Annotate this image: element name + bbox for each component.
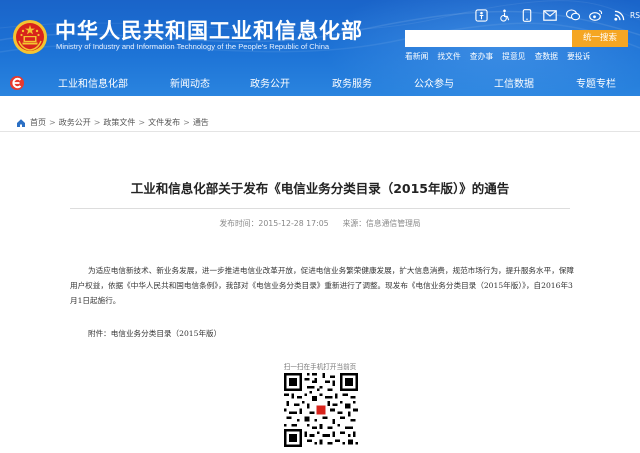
nav-item-ministry[interactable]: 工业和信息化部 bbox=[58, 75, 128, 90]
rss-label[interactable]: RSS订阅 bbox=[630, 10, 640, 21]
breadcrumb-home[interactable]: 首页 bbox=[30, 117, 46, 128]
nav-item-services[interactable]: 政务服务 bbox=[332, 75, 372, 90]
quick-link-complaint[interactable]: 要投诉 bbox=[567, 51, 590, 62]
home-logo-icon[interactable] bbox=[9, 75, 25, 91]
publish-time: 2015-12-28 17:05 bbox=[258, 219, 329, 228]
quick-link-news[interactable]: 看新闻 bbox=[405, 51, 428, 62]
breadcrumb-separator: > bbox=[138, 118, 146, 127]
site-header: 中华人民共和国工业和信息化部 Ministry of Industry and … bbox=[0, 0, 640, 96]
publish-label: 发布时间： bbox=[219, 219, 259, 228]
wheelchair-icon[interactable] bbox=[496, 7, 512, 23]
nav-item-data[interactable]: 工信数据 bbox=[494, 75, 534, 90]
source-label: 来源： bbox=[342, 219, 367, 228]
quick-link-services[interactable]: 查办事 bbox=[470, 51, 493, 62]
site-subtitle: Ministry of Industry and Information Tec… bbox=[56, 42, 330, 51]
breadcrumb-notice[interactable]: 通告 bbox=[193, 117, 209, 128]
quick-links: 看新闻 找文件 查办事 提意见 查数据 要投诉 bbox=[405, 51, 599, 62]
rss-icon[interactable] bbox=[611, 7, 627, 23]
national-emblem-icon[interactable] bbox=[12, 19, 48, 55]
main-nav: 工业和信息化部 新闻动态 政务公开 政务服务 公众参与 工信数据 专题专栏 bbox=[0, 68, 640, 96]
wechat-icon[interactable] bbox=[565, 7, 581, 23]
attachment-link[interactable]: 电信业务分类目录（2015年版） bbox=[111, 329, 221, 338]
quick-link-files[interactable]: 找文件 bbox=[437, 51, 460, 62]
breadcrumb-separator: > bbox=[49, 118, 56, 127]
meta-divider bbox=[70, 208, 570, 209]
weibo-icon[interactable] bbox=[588, 7, 604, 23]
breadcrumb-divider bbox=[0, 131, 640, 132]
source-value: 信息通信管理局 bbox=[366, 219, 421, 228]
nav-item-news[interactable]: 新闻动态 bbox=[170, 75, 210, 90]
breadcrumb: 首页 > 政务公开 > 政策文件 > 文件发布 > 通告 bbox=[16, 117, 209, 128]
nav-item-public-participation[interactable]: 公众参与 bbox=[414, 75, 454, 90]
search-input[interactable] bbox=[405, 30, 572, 47]
qr-code-icon bbox=[284, 373, 358, 447]
breadcrumb-policy-files[interactable]: 政策文件 bbox=[103, 117, 135, 128]
nav-item-public-affairs[interactable]: 政务公开 bbox=[250, 75, 290, 90]
mail-icon[interactable] bbox=[542, 7, 558, 23]
article-body: 为适应电信新技术、新业务发展，进一步推进电信业改革开放，促进电信业务繁荣健康发展… bbox=[70, 266, 574, 305]
nav-item-special-topics[interactable]: 专题专栏 bbox=[576, 75, 616, 90]
article-meta: 发布时间：2015-12-28 17:05 来源：信息通信管理局 bbox=[0, 218, 640, 229]
article-title: 工业和信息化部关于发布《电信业务分类目录（2015年版）》的通告 bbox=[130, 181, 510, 196]
attachment-label: 附件： bbox=[88, 329, 111, 338]
phone-icon[interactable] bbox=[519, 7, 535, 23]
accessibility-elder-icon[interactable] bbox=[473, 7, 489, 23]
search-button[interactable]: 统一搜索 bbox=[572, 30, 628, 47]
breadcrumb-separator: > bbox=[183, 118, 190, 127]
qr-caption: 扫一扫在手机打开当前页 bbox=[283, 363, 357, 371]
site-title: 中华人民共和国工业和信息化部 bbox=[55, 19, 363, 43]
home-icon[interactable] bbox=[16, 118, 26, 128]
attachment: 附件：电信业务分类目录（2015年版） bbox=[88, 328, 221, 339]
quick-link-feedback[interactable]: 提意见 bbox=[502, 51, 525, 62]
breadcrumb-separator: > bbox=[93, 118, 101, 127]
top-toolbar: RSS订阅 bbox=[473, 7, 640, 23]
quick-link-data[interactable]: 查数据 bbox=[535, 51, 558, 62]
breadcrumb-public-affairs[interactable]: 政务公开 bbox=[59, 117, 91, 128]
breadcrumb-file-release[interactable]: 文件发布 bbox=[148, 117, 180, 128]
